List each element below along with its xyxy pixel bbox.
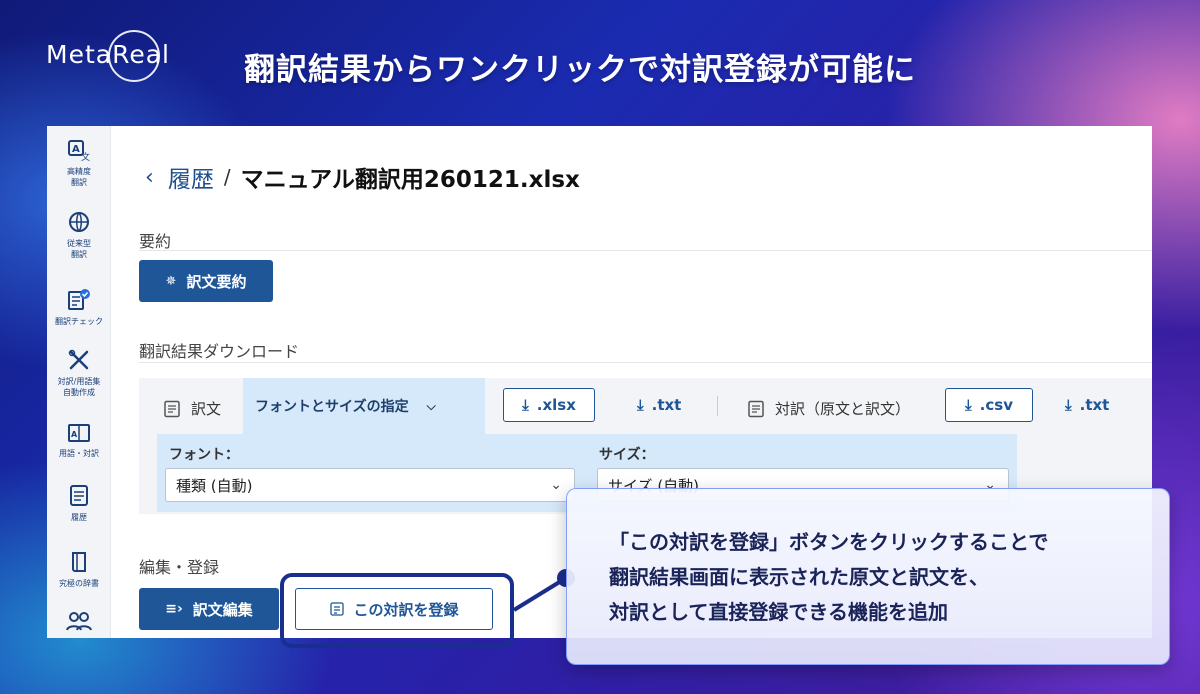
- callout-line-2: 翻訳結果画面に表示された原文と訳文を、: [609, 565, 989, 589]
- callout-line-3: 対訳として直接登録できる機能を追加: [609, 600, 948, 624]
- callout-line-1: 「この対訳を登録」ボタンをクリックすることで: [609, 530, 1049, 554]
- feature-callout: 「この対訳を登録」ボタンをクリックすることで 翻訳結果画面に表示された原文と訳文…: [566, 488, 1170, 665]
- callout-text: 「この対訳を登録」ボタンをクリックすることで 翻訳結果画面に表示された原文と訳文…: [609, 525, 1048, 630]
